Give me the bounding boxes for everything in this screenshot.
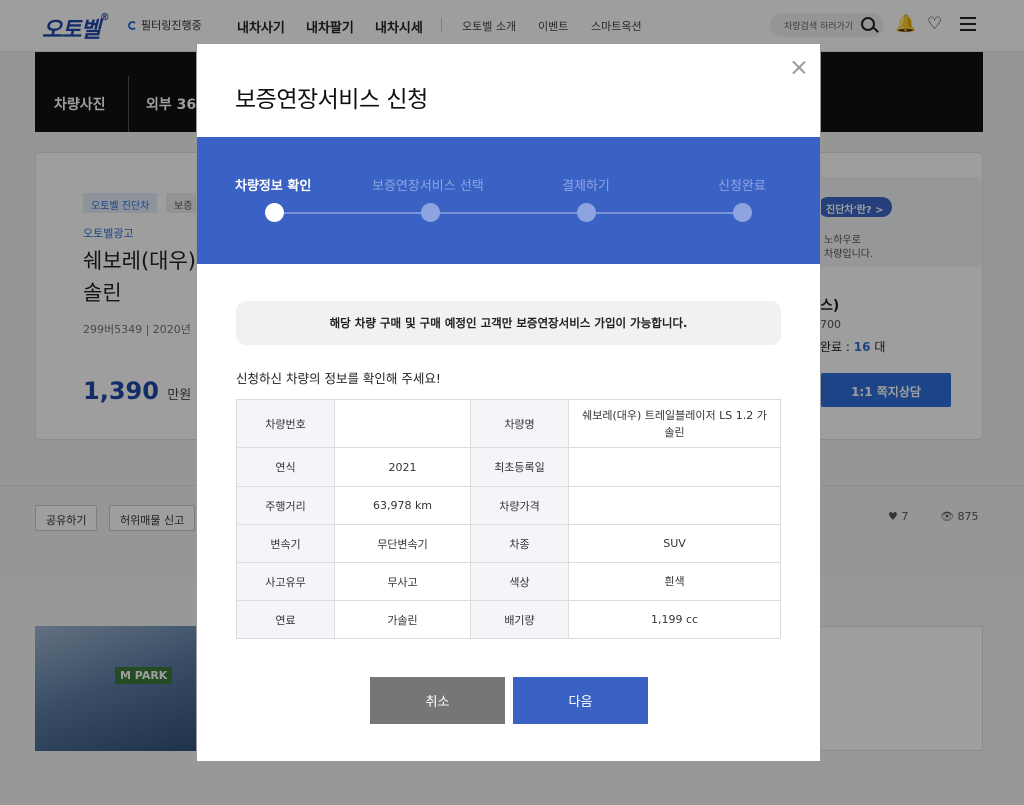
label-transmission: 변속기 (236, 524, 335, 563)
label-first-registration: 최초등록일 (470, 447, 569, 487)
value-color: 흰색 (568, 562, 781, 601)
close-icon[interactable] (788, 57, 810, 79)
value-car-type: SUV (568, 524, 781, 563)
step-progress-line (275, 212, 743, 214)
table-row: 연식 2021 최초등록일 (236, 447, 781, 487)
table-row: 연료 가솔린 배기량 1,199 cc (236, 600, 781, 639)
table-row: 변속기 무단변속기 차종 SUV (236, 524, 781, 563)
label-car-type: 차종 (470, 524, 569, 563)
value-first-registration (568, 447, 781, 487)
step-label-select-service: 보증연장서비스 선택 (372, 179, 484, 194)
table-row: 차량번호 차량명 쉐보레(대우) 트레일블레이저 LS 1.2 가솔린 (236, 399, 781, 448)
value-accident: 무사고 (334, 562, 471, 601)
label-mileage: 주행거리 (236, 486, 335, 525)
cancel-button[interactable]: 취소 (370, 677, 505, 724)
progress-steps: 차량정보 확인 보증연장서비스 선택 결제하기 신청완료 (197, 137, 820, 264)
label-accident: 사고유무 (236, 562, 335, 601)
value-model-year: 2021 (334, 447, 471, 487)
label-car-price: 차량가격 (470, 486, 569, 525)
step-dot-1 (265, 203, 284, 222)
value-transmission: 무단변속기 (334, 524, 471, 563)
step-label-payment: 결제하기 (562, 179, 610, 194)
modal-title: 보증연장서비스 신청 (235, 87, 428, 113)
value-fuel: 가솔린 (334, 600, 471, 639)
step-dot-4 (733, 203, 752, 222)
table-row: 주행거리 63,978 km 차량가격 (236, 486, 781, 525)
value-displacement: 1,199 cc (568, 600, 781, 639)
label-car-name: 차량명 (470, 399, 569, 448)
value-mileage: 63,978 km (334, 486, 471, 525)
eligibility-notice: 해당 차량 구매 및 구매 예정인 고객만 보증연장서비스 가입이 가능합니다. (236, 301, 781, 345)
value-plate-number (334, 399, 471, 448)
step-dot-3 (577, 203, 596, 222)
step-label-vehicle-info: 차량정보 확인 (235, 179, 312, 194)
vehicle-info-table: 차량번호 차량명 쉐보레(대우) 트레일블레이저 LS 1.2 가솔린 연식 2… (236, 399, 781, 639)
step-label-complete: 신청완료 (718, 179, 766, 194)
label-model-year: 연식 (236, 447, 335, 487)
warranty-extension-modal: 보증연장서비스 신청 차량정보 확인 보증연장서비스 선택 결제하기 신청완료 … (196, 43, 821, 762)
confirm-info-heading: 신청하신 차량의 정보를 확인해 주세요! (236, 371, 441, 386)
next-button[interactable]: 다음 (513, 677, 648, 724)
step-dot-2 (421, 203, 440, 222)
value-car-price (568, 486, 781, 525)
label-color: 색상 (470, 562, 569, 601)
value-car-name: 쉐보레(대우) 트레일블레이저 LS 1.2 가솔린 (568, 399, 781, 448)
label-displacement: 배기량 (470, 600, 569, 639)
label-fuel: 연료 (236, 600, 335, 639)
label-plate-number: 차량번호 (236, 399, 335, 448)
table-row: 사고유무 무사고 색상 흰색 (236, 562, 781, 601)
